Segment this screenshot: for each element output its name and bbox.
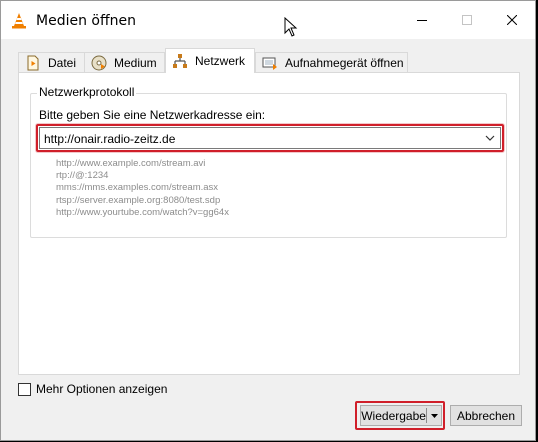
url-prompt-label: Bitte geben Sie eine Netzwerkadresse ein… (39, 108, 266, 122)
network-protocol-group: Netzwerkprotokoll Bitte geben Sie eine N… (30, 85, 507, 238)
caret-down-icon (430, 413, 438, 418)
minimize-icon (416, 20, 427, 21)
tab-label: Aufnahmegerät öffnen (285, 56, 404, 70)
more-options-checkbox[interactable] (18, 382, 31, 396)
close-icon (506, 15, 517, 25)
open-media-dialog: Medien öffnen Datei Medium Netzwerk Aufn… (0, 0, 536, 441)
close-button[interactable] (489, 1, 534, 39)
network-tab-panel: Netzwerkprotokoll Bitte geben Sie eine N… (18, 72, 520, 375)
tab-netzwerk[interactable]: Netzwerk (165, 48, 255, 73)
cancel-button[interactable]: Abbrechen (450, 405, 522, 426)
mouse-cursor-icon (284, 17, 298, 37)
maximize-button[interactable] (444, 1, 489, 39)
tab-label: Netzwerk (195, 54, 246, 68)
tab-bar: Datei Medium Netzwerk Aufnahmegerät öffn… (18, 48, 518, 73)
play-button-label[interactable]: Wiedergabe (361, 409, 426, 423)
example-line: rtsp://server.example.org:8080/test.sdp (56, 194, 221, 206)
file-icon (27, 55, 39, 71)
more-options-row[interactable]: Mehr Optionen anzeigen (18, 382, 167, 396)
window-title: Medien öffnen (36, 13, 136, 29)
chevron-down-icon[interactable] (485, 135, 495, 142)
network-url-combobox[interactable]: http://onair.radio-zeitz.de (39, 127, 501, 149)
title-bar[interactable]: Medien öffnen (1, 1, 535, 39)
tab-label: Medium (114, 56, 157, 70)
disc-icon (91, 55, 107, 71)
tab-label: Datei (48, 56, 77, 70)
network-icon (173, 54, 187, 68)
example-line: http://www.yourtube.com/watch?v=gg64x (56, 206, 229, 218)
example-line: mms://mms.examples.com/stream.asx (56, 182, 219, 194)
url-examples: http://www.example.com/stream.avi rtp://… (56, 158, 229, 219)
example-line: http://www.example.com/stream.avi (56, 158, 206, 169)
tab-datei[interactable]: Datei (18, 52, 85, 73)
minimize-button[interactable] (399, 1, 444, 39)
url-value: http://onair.radio-zeitz.de (44, 132, 176, 146)
play-split-button[interactable]: Wiedergabe (360, 405, 442, 426)
maximize-icon (461, 15, 472, 25)
group-label: Netzwerkprotokoll (37, 85, 137, 99)
example-line: rtp://@:1234 (56, 170, 109, 182)
tab-aufnahmegeraet[interactable]: Aufnahmegerät öffnen (255, 52, 408, 73)
tab-medium[interactable]: Medium (84, 52, 165, 73)
play-dropdown-button[interactable] (427, 413, 441, 418)
capture-device-icon (262, 57, 277, 70)
more-options-label: Mehr Optionen anzeigen (36, 382, 168, 396)
vlc-cone-icon (12, 13, 26, 29)
